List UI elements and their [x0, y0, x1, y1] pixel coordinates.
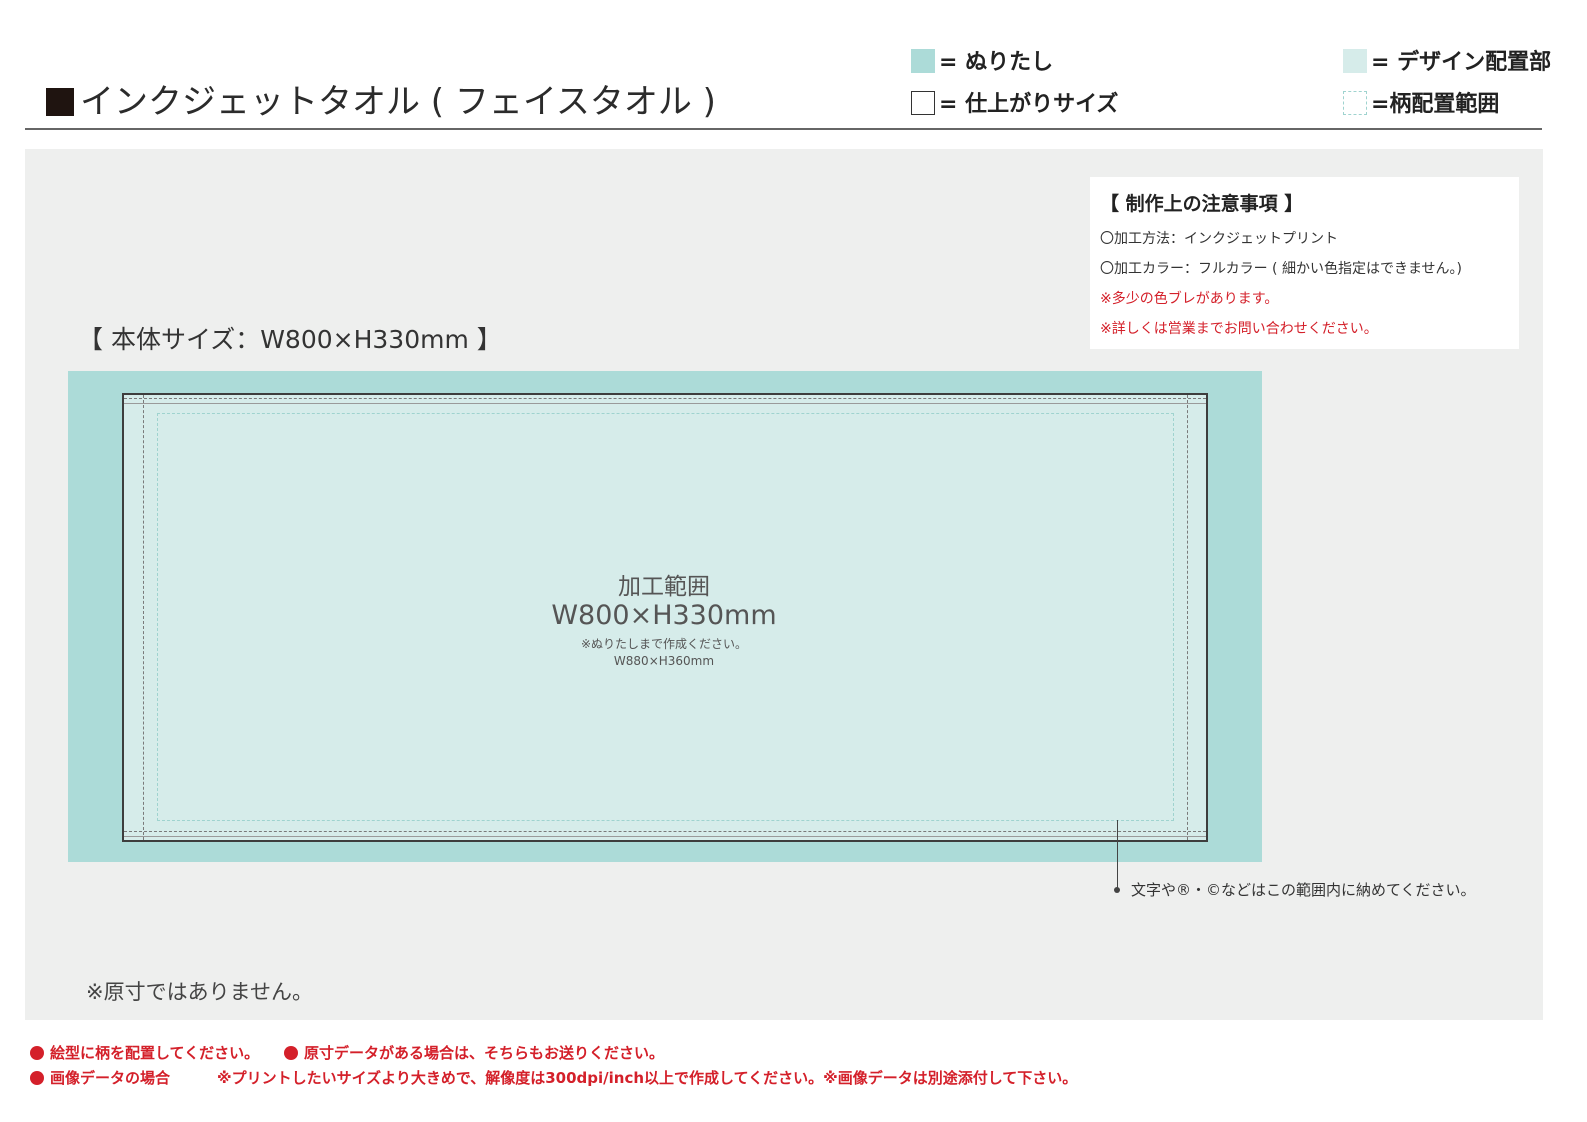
pattern-swatch-icon — [1343, 91, 1367, 115]
bleed-swatch-icon — [911, 49, 935, 73]
processing-area-label: 加工範囲 W800×H330mm ※ぬりたしまで作成ください。 W880×H36… — [464, 573, 864, 669]
legend-bleed: = ぬりたし — [911, 44, 1053, 76]
body-size-label: 【 本体サイズ：W800×H330mm 】 — [78, 325, 502, 354]
production-notes: 【 制作上の注意事項 】 〇加工方法：インクジェットプリント 〇加工カラー：フル… — [1090, 177, 1519, 349]
callout-line — [1117, 820, 1118, 890]
footer-line-2b: ※プリントしたいサイズより大きめで、解像度は300dpi/inch以上で作成して… — [217, 1069, 1078, 1087]
footer-text-2a: 画像データの場合 — [50, 1069, 171, 1087]
hem-line-bottom-2 — [124, 836, 1206, 837]
legend-design-label: = デザイン配置部 — [1371, 50, 1552, 75]
legend-pattern: =柄配置範囲 — [1343, 86, 1499, 118]
legend-bleed-label: = ぬりたし — [939, 50, 1054, 75]
notes-warning-1: ※多少の色ブレがあります。 — [1100, 291, 1279, 307]
legend-design: = デザイン配置部 — [1343, 44, 1551, 76]
black-square-icon — [46, 88, 74, 116]
notes-heading: 【 制作上の注意事項 】 — [1100, 193, 1304, 215]
hem-line-top-2 — [124, 403, 1206, 404]
callout-dot — [1114, 887, 1120, 893]
hem-line-left — [143, 395, 144, 840]
bleed-size: W880×H360mm — [613, 654, 715, 668]
hem-line-right — [1187, 395, 1188, 840]
not-actual-size-note: ※原寸ではありません。 — [86, 980, 313, 1004]
callout-text: 文字や®・©などはこの範囲内に納めてください。 — [1131, 881, 1476, 899]
area-label: 加工範囲 — [618, 574, 710, 600]
design-swatch-icon — [1343, 49, 1367, 73]
notes-warning-2: ※詳しくは営業までお問い合わせください。 — [1100, 321, 1378, 337]
footer-text-1b: 原寸データがある場合は、そちらもお送りください。 — [304, 1044, 665, 1062]
hem-line-bottom — [124, 831, 1206, 832]
page-title: インクジェットタオル ( フェイスタオル ) — [46, 74, 716, 123]
area-size: W800×H330mm — [551, 600, 777, 631]
finish-swatch-icon — [911, 91, 935, 115]
footer-line-1a: 絵型に柄を配置してください。 — [30, 1042, 259, 1063]
red-dot-icon — [284, 1046, 298, 1060]
notes-method: 〇加工方法：インクジェットプリント — [1100, 231, 1338, 247]
legend-finish: = 仕上がりサイズ — [911, 86, 1118, 118]
header-divider — [25, 128, 1542, 130]
red-dot-icon — [30, 1071, 44, 1085]
footer-line-2a: 画像データの場合 — [30, 1067, 170, 1088]
legend-pattern-label: =柄配置範囲 — [1371, 92, 1500, 117]
footer-line-1b: 原寸データがある場合は、そちらもお送りください。 — [284, 1042, 664, 1063]
notes-color: 〇加工カラー：フルカラー ( 細かい色指定はできません。) — [1100, 261, 1462, 277]
legend-finish-label: = 仕上がりサイズ — [939, 92, 1119, 117]
page-title-text: インクジェットタオル ( フェイスタオル ) — [80, 82, 716, 122]
bleed-note: ※ぬりたしまで作成ください。 — [580, 637, 748, 651]
red-dot-icon — [30, 1046, 44, 1060]
footer-text-1a: 絵型に柄を配置してください。 — [50, 1044, 260, 1062]
hem-line-top — [124, 398, 1206, 399]
